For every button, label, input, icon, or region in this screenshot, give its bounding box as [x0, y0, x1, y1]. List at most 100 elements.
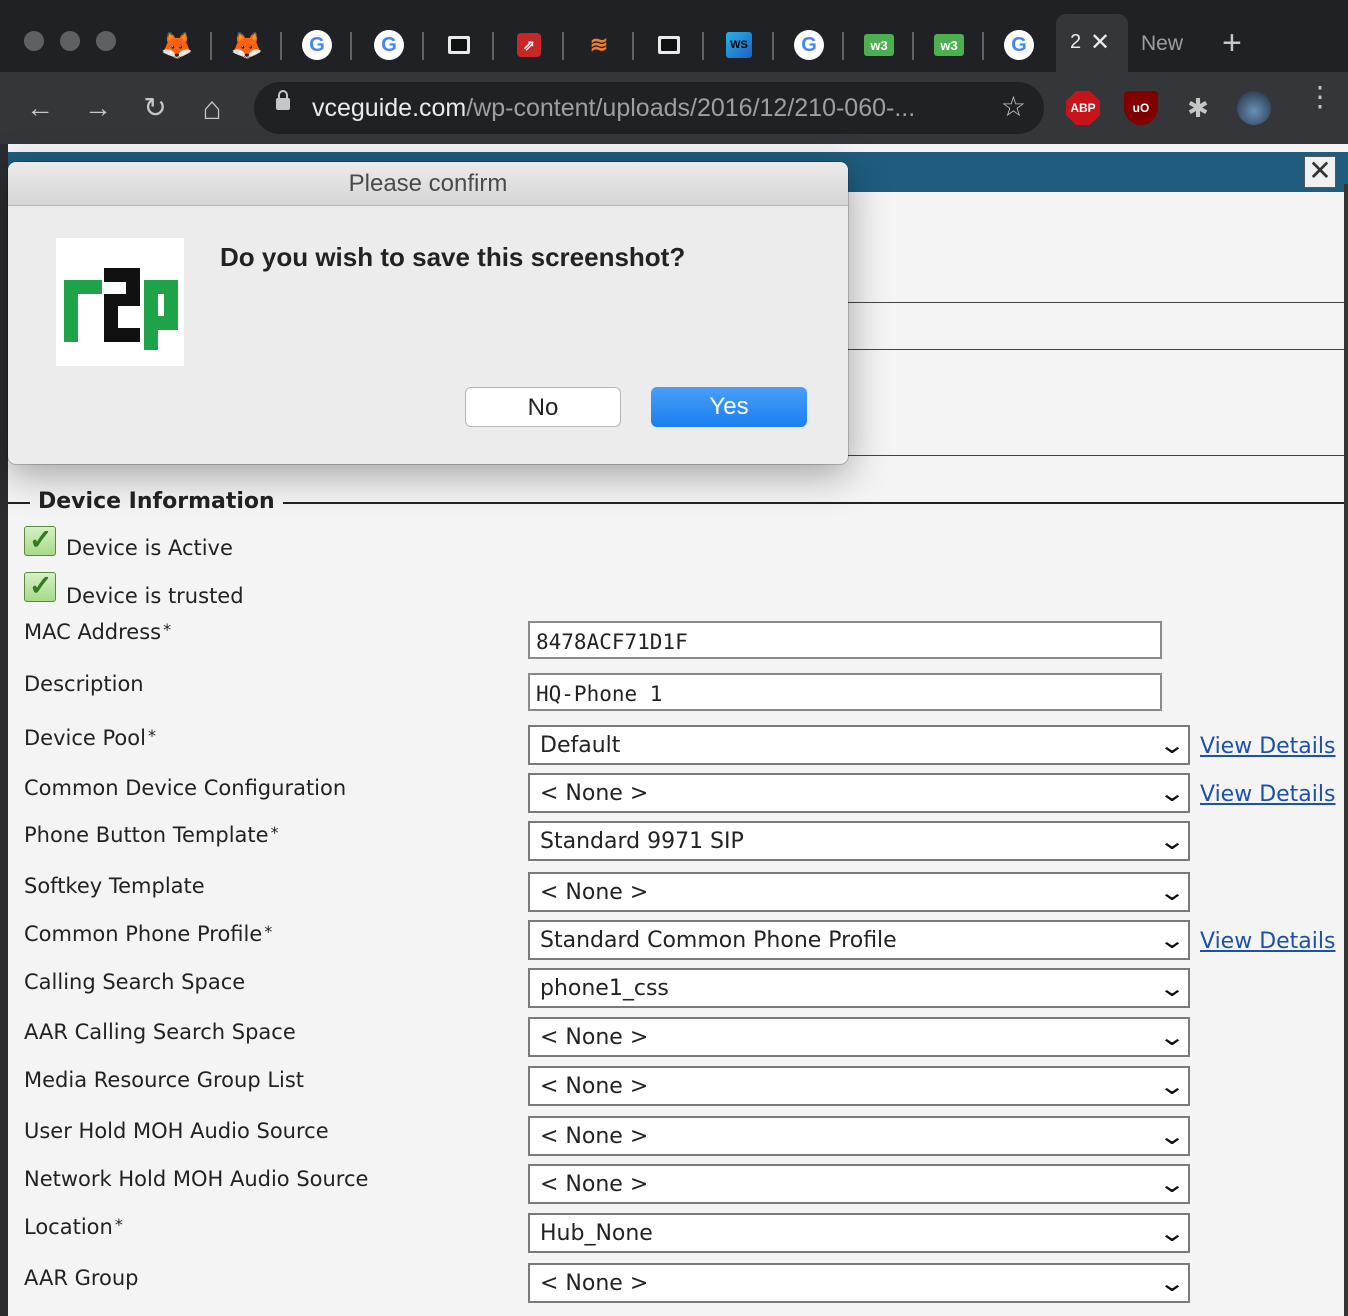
common-device-config-view-details-link[interactable]: View Details — [1200, 782, 1335, 807]
aar-calling-search-space-value: < None > — [540, 1025, 649, 1050]
confirm-dialog: Please confirm Do you wish to save this … — [8, 162, 848, 464]
browser-tab[interactable]: G — [282, 18, 352, 72]
url-text[interactable]: vceguide.com/wp-content/uploads/2016/12/… — [312, 94, 915, 123]
browser-tab[interactable] — [634, 18, 704, 72]
tab-strip: 🦊 🦊 G G ⇗ ≋ WS G w3 w3 G 2 ✕ New + — [0, 0, 1348, 76]
close-tab-icon[interactable]: ✕ — [1090, 28, 1110, 57]
chevron-down-icon: ⌄ — [1157, 1170, 1187, 1198]
required-marker: * — [147, 726, 156, 745]
chevron-down-icon: ⌄ — [1157, 926, 1187, 954]
chevron-down-icon: ⌄ — [1157, 1072, 1187, 1100]
device-pool-select[interactable]: Default ⌄ — [528, 725, 1190, 765]
device-active-checkbox[interactable] — [24, 523, 56, 556]
calling-search-space-select[interactable]: phone1_css ⌄ — [528, 968, 1190, 1008]
aar-group-select[interactable]: < None > ⌄ — [528, 1263, 1190, 1303]
location-select[interactable]: Hub_None ⌄ — [528, 1213, 1190, 1253]
home-icon[interactable]: ⌂ — [194, 90, 230, 126]
mac-address-input[interactable]: 8478ACF71D1F — [528, 621, 1162, 659]
webstorm-icon: WS — [726, 32, 752, 58]
phone-button-template-value: Standard 9971 SIP — [540, 829, 744, 854]
google-icon: G — [794, 30, 824, 60]
common-device-config-value: < None > — [540, 781, 649, 806]
yes-button[interactable]: Yes — [651, 387, 807, 427]
location-value: Hub_None — [540, 1221, 653, 1246]
network-hold-moh-label: Network Hold MOH Audio Source — [24, 1167, 369, 1191]
common-phone-profile-select[interactable]: Standard Common Phone Profile ⌄ — [528, 920, 1190, 960]
google-icon: G — [374, 30, 404, 60]
w3schools-icon: w3 — [934, 34, 964, 56]
browser-tab[interactable]: 🦊 — [212, 18, 282, 72]
browser-tab[interactable]: WS — [704, 18, 774, 72]
network-hold-moh-select[interactable]: < None > ⌄ — [528, 1164, 1190, 1204]
active-tab-title: 2 — [1070, 31, 1082, 53]
forward-arrow-icon[interactable]: → — [80, 90, 116, 126]
user-hold-moh-select[interactable]: < None > ⌄ — [528, 1116, 1190, 1156]
page-left-edge — [0, 144, 8, 1316]
media-resource-group-list-select[interactable]: < None > ⌄ — [528, 1066, 1190, 1106]
browser-tab[interactable]: ≋ — [564, 18, 634, 72]
phone-button-template-select[interactable]: Standard 9971 SIP ⌄ — [528, 821, 1190, 861]
lock-icon[interactable] — [276, 90, 290, 110]
chevron-down-icon: ⌄ — [1157, 1269, 1187, 1297]
new-tab-label[interactable]: New — [1141, 32, 1183, 56]
browser-tab[interactable]: G — [354, 18, 424, 72]
r2p-logo-icon — [64, 268, 178, 350]
browser-tab[interactable]: ⇗ — [494, 18, 564, 72]
browser-tab[interactable]: G — [984, 18, 1054, 72]
required-marker: * — [270, 823, 279, 842]
common-phone-profile-label-text: Common Phone Profile — [24, 922, 263, 946]
location-label-text: Location — [24, 1215, 113, 1239]
common-device-config-select[interactable]: < None > ⌄ — [528, 773, 1190, 813]
common-phone-profile-value: Standard Common Phone Profile — [540, 928, 897, 953]
softkey-template-select[interactable]: < None > ⌄ — [528, 872, 1190, 912]
gitlab-icon: 🦊 — [230, 29, 264, 60]
network-hold-moh-value: < None > — [540, 1172, 649, 1197]
phone-button-template-label: Phone Button Template * — [24, 823, 279, 847]
gitlab-icon: 🦊 — [160, 29, 194, 60]
new-tab-plus-icon[interactable]: + — [1222, 24, 1242, 63]
book-icon — [658, 36, 680, 54]
window-close-button[interactable] — [24, 31, 44, 51]
browser-menu-icon[interactable]: ⋮ — [1306, 83, 1334, 111]
phone-button-template-label-text: Phone Button Template — [24, 823, 269, 847]
browser-tab-active[interactable]: 2 ✕ — [1056, 14, 1128, 72]
device-trusted-checkbox[interactable] — [24, 569, 56, 602]
chevron-down-icon: ⌄ — [1157, 1122, 1187, 1150]
browser-tab[interactable] — [424, 18, 494, 72]
device-pool-view-details-link[interactable]: View Details — [1200, 734, 1335, 759]
required-marker: * — [114, 1215, 123, 1234]
chevron-down-icon: ⌄ — [1157, 1023, 1187, 1051]
profile-avatar[interactable] — [1237, 91, 1271, 125]
adblock-plus-icon[interactable]: ABP — [1066, 91, 1100, 125]
device-trusted-label: Device is trusted — [66, 584, 244, 608]
required-marker: * — [163, 620, 172, 639]
no-button[interactable]: No — [465, 387, 621, 427]
reload-icon[interactable]: ↻ — [137, 90, 173, 126]
softkey-template-value: < None > — [540, 880, 649, 905]
extensions-puzzle-icon[interactable]: ✱ — [1181, 91, 1215, 125]
location-label: Location * — [24, 1215, 123, 1239]
window-minimize-button[interactable] — [60, 31, 80, 51]
calling-search-space-label: Calling Search Space — [24, 970, 246, 994]
required-marker: * — [264, 922, 273, 941]
common-phone-profile-label: Common Phone Profile * — [24, 922, 272, 946]
dialog-title: Please confirm — [8, 162, 848, 206]
chevron-down-icon: ⌄ — [1157, 827, 1187, 855]
popup-close-icon[interactable]: ✕ — [1304, 156, 1336, 188]
browser-tab[interactable]: 🦊 — [142, 18, 212, 72]
back-arrow-icon[interactable]: ← — [22, 90, 58, 126]
browser-tab[interactable]: w3 — [914, 18, 984, 72]
address-bar[interactable]: vceguide.com/wp-content/uploads/2016/12/… — [254, 82, 1044, 134]
aar-calling-search-space-label: AAR Calling Search Space — [24, 1020, 296, 1044]
dialog-message: Do you wish to save this screenshot? — [220, 242, 686, 272]
browser-tab[interactable]: w3 — [844, 18, 914, 72]
common-phone-profile-view-details-link[interactable]: View Details — [1200, 929, 1335, 954]
aar-calling-search-space-select[interactable]: < None > ⌄ — [528, 1017, 1190, 1057]
media-resource-group-list-value: < None > — [540, 1074, 649, 1099]
url-host: vceguide.com — [312, 94, 467, 122]
browser-tab[interactable]: G — [774, 18, 844, 72]
window-zoom-button[interactable] — [96, 31, 116, 51]
ublock-origin-icon[interactable]: uO — [1124, 91, 1158, 125]
description-input[interactable]: HQ-Phone 1 — [528, 673, 1162, 711]
bookmark-star-icon[interactable]: ☆ — [1001, 90, 1026, 123]
